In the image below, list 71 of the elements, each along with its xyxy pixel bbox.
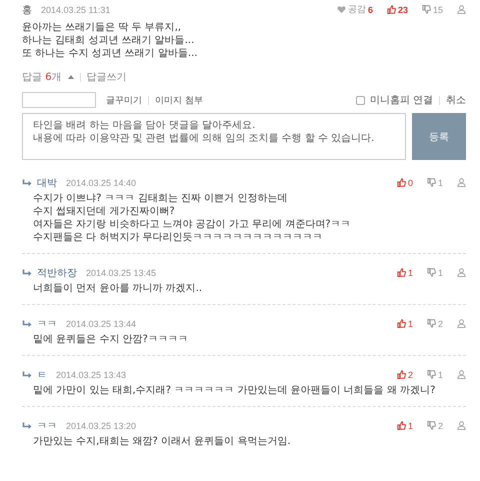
thumbs-up-icon — [396, 421, 406, 430]
comment-text: 하나는 김태희 성괴년 쓰래기 알바들... — [22, 34, 196, 47]
person-icon[interactable] — [457, 178, 466, 187]
comment-date: 2014.03.25 14:40 — [66, 178, 136, 188]
comment-date: 2014.03.25 13:44 — [66, 318, 136, 328]
dislike-count: 1 — [438, 178, 443, 188]
reply-text: 수지팬들은 다 허벅지가 무다리인듯ㅋㅋㅋㅋㅋㅋㅋㅋㅋㅋㅋㅋㅋ — [33, 231, 324, 244]
reply-text: 수지 썹돼지던데 게가진짜이뻐? — [33, 205, 176, 218]
person-icon[interactable] — [457, 370, 466, 379]
author-name: 적반하장 — [37, 266, 77, 280]
reply-count-toggle[interactable]: 답글 6개 — [22, 70, 62, 84]
comment-input[interactable]: 타인을 배려 하는 마음을 담아 댓글을 달아주세요. 내용에 따라 이용약관 및 관련 법률에 의해 임의 조치를 수행 할 수 있습니다. — [22, 113, 406, 160]
reply-text: 수지가 이쁘냐? ㅋㅋㅋ 김태희는 진짜 이쁜거 인정하는데 — [33, 192, 288, 205]
author-name: ㅋㅋ — [37, 420, 57, 432]
author-name: ㅋㅋ — [37, 318, 57, 330]
caret-icon[interactable] — [68, 75, 74, 79]
reply-text: 밑에 윤퀴들은 수지 안깜?ㅋㅋㅋㅋ — [33, 333, 189, 346]
reply-text: 가만있는 수지,태희는 왜깜? 이래서 윤퀴들이 욕먹는거임. — [33, 435, 292, 448]
reply-text: 밑에 가만이 있는 태희,수지래? ㅋㅋㅋㅋㅋㅋ 가만있는데 윤아팬들이 너희들을 왜 까겠니? — [33, 384, 436, 397]
reply-arrow-icon — [22, 370, 32, 378]
thumbs-up-icon — [396, 178, 406, 187]
heart-icon — [336, 5, 346, 14]
reply-arrow-icon — [22, 320, 32, 328]
like-count: 1 — [408, 318, 413, 328]
thumbs-up-icon — [396, 268, 406, 277]
empathy-count: 6 — [368, 4, 373, 14]
dislike-count: 1 — [438, 370, 443, 380]
comment-text: 또 하나는 수지 성괴년 쓰래기 알바들... — [22, 47, 198, 60]
like-count: 2 — [408, 370, 413, 380]
dislike-count: 2 — [438, 420, 443, 430]
checkbox[interactable] — [356, 96, 365, 104]
like-count: 23 — [398, 4, 408, 14]
author-name: 홍 — [22, 4, 32, 16]
dislike-count: 2 — [438, 318, 443, 328]
thumbs-down-icon — [426, 370, 436, 379]
cancel-link[interactable]: 취소 — [446, 93, 466, 107]
empathy-label: 공감 — [348, 3, 366, 16]
author-name: ㅌ — [37, 368, 47, 382]
comment-date: 2014.03.25 13:20 — [66, 420, 136, 430]
thumbs-down-icon — [426, 421, 436, 430]
thumbs-down-icon — [422, 5, 431, 14]
reply-text: 너희들이 먼저 윤아를 까니까 까겠지.. — [33, 282, 204, 295]
reply-arrow-icon — [22, 178, 32, 186]
like-count: 0 — [408, 178, 413, 188]
author-name: 대박 — [37, 176, 57, 190]
person-icon[interactable] — [457, 421, 466, 430]
thumbs-up-icon — [396, 370, 406, 379]
like-count: 1 — [408, 268, 413, 278]
dislike-count: 15 — [432, 4, 443, 14]
input-field[interactable] — [22, 92, 96, 108]
person-icon[interactable] — [457, 268, 466, 277]
person-icon[interactable] — [457, 5, 466, 14]
thumbs-down-icon — [426, 178, 436, 187]
dislike-count: 1 — [438, 268, 443, 278]
thumbs-down-icon — [426, 319, 436, 328]
toolbar-link[interactable]: 이미지 첨부 — [155, 94, 203, 106]
reply-arrow-icon — [22, 268, 32, 276]
thumbs-up-icon — [386, 5, 396, 14]
checkbox-label: 미니홈피 연결 — [370, 94, 433, 107]
person-icon[interactable] — [457, 319, 466, 328]
reply-text: 여자들은 자기랑 비슷하다고 느껴야 공감이 가고 무리에 껴준다며?ㅋㅋ — [33, 218, 352, 231]
comment-date: 2014.03.25 13:43 — [56, 370, 126, 380]
comment-text: 윤아까는 쓰래기들은 딱 두 부류지,, — [22, 21, 182, 34]
comment-date: 2014.03.25 13:45 — [86, 268, 156, 278]
like-count: 1 — [408, 420, 413, 430]
toolbar-link[interactable]: 글꾸미기 — [106, 94, 142, 106]
thumbs-down-icon — [426, 268, 436, 277]
reply-arrow-icon — [22, 422, 32, 430]
thumbs-up-icon — [396, 319, 406, 328]
comment-date: 2014.03.25 11:31 — [41, 4, 110, 14]
write-reply-link[interactable]: 답글쓰기 — [86, 70, 127, 84]
